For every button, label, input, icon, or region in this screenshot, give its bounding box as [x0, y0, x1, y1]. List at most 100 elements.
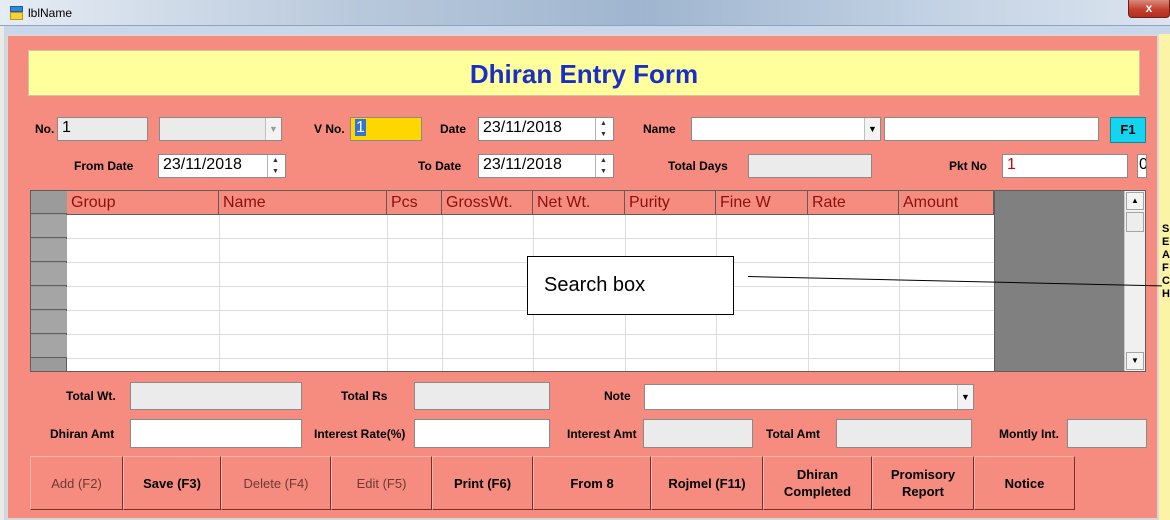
promisory-report-button[interactable]: Promisory Report — [872, 456, 974, 510]
delete-button[interactable]: Delete (F4) — [221, 456, 331, 510]
column-header-finew[interactable]: Fine W — [716, 191, 808, 215]
no-field[interactable]: 1 — [57, 117, 148, 141]
grid-column-line — [899, 215, 900, 371]
extra-field[interactable]: 0 — [1137, 154, 1147, 178]
row-header-column — [31, 191, 67, 371]
column-header-purity[interactable]: Purity — [625, 191, 716, 215]
f1-button[interactable]: F1 — [1110, 117, 1146, 143]
side-letter: E — [1162, 236, 1170, 248]
save-button[interactable]: Save (F3) — [123, 456, 221, 510]
name-label: Name — [643, 122, 676, 136]
date-picker[interactable]: 23/11/2018 ▲ ▼ — [478, 117, 614, 141]
grid-vertical-scrollbar[interactable]: ▲ ▼ — [1124, 191, 1145, 371]
window-titlebar: lblName x — [0, 0, 1170, 26]
from-date-label: From Date — [74, 159, 134, 173]
name-dropdown[interactable]: ▼ — [691, 117, 881, 141]
scroll-up-icon[interactable]: ▲ — [1126, 192, 1144, 210]
pkt-no-field[interactable]: 1 — [1002, 154, 1128, 178]
note-dropdown[interactable]: ▼ — [644, 384, 974, 410]
row-header[interactable] — [31, 215, 67, 238]
column-header-rate[interactable]: Rate — [808, 191, 899, 215]
total-wt-field[interactable] — [130, 382, 302, 410]
row-header[interactable] — [31, 335, 67, 358]
search-box-callout: Search box — [527, 256, 734, 315]
add-button[interactable]: Add (F2) — [30, 456, 123, 510]
side-letter: C — [1162, 275, 1170, 287]
combo-disabled[interactable]: ▼ — [159, 117, 282, 141]
total-rs-label: Total Rs — [341, 389, 388, 403]
total-days-label: Total Days — [668, 159, 728, 173]
to-date-value: 23/11/2018 — [483, 156, 562, 173]
from8-button[interactable]: From 8 — [533, 456, 651, 510]
window-title: lblName — [28, 6, 73, 20]
vno-field[interactable]: 1 — [350, 117, 422, 141]
vno-label: V No. — [314, 122, 345, 136]
column-header-netwt[interactable]: Net Wt. — [533, 191, 625, 215]
notice-button[interactable]: Notice — [974, 456, 1075, 510]
monthly-int-label: Montly Int. — [999, 427, 1059, 441]
promisory-report-line1: Promisory — [890, 467, 956, 482]
up-down-spinner-icon[interactable]: ▲ ▼ — [595, 155, 611, 177]
no-label: No. — [35, 122, 55, 136]
total-rs-field[interactable] — [414, 382, 550, 410]
close-button[interactable]: x — [1128, 0, 1170, 18]
grid-column-line — [808, 215, 809, 371]
row-header[interactable] — [31, 311, 67, 334]
chevron-down-icon[interactable]: ▼ — [864, 118, 880, 140]
grid-header: Group Name Pcs GrossWt. Net Wt. Purity F… — [67, 191, 994, 215]
rojmel-button[interactable]: Rojmel (F11) — [651, 456, 763, 510]
grid-column-line — [219, 215, 220, 371]
total-amt-field[interactable] — [836, 419, 972, 448]
scroll-thumb[interactable] — [1126, 212, 1144, 232]
dhiran-amt-label: Dhiran Amt — [50, 427, 115, 441]
dhiran-completed-line2: Completed — [783, 484, 852, 499]
side-letter: S — [1162, 223, 1170, 235]
dhiran-completed-line1: Dhiran — [796, 467, 839, 482]
chevron-down-icon: ▼ — [265, 118, 281, 140]
app-icon — [10, 6, 23, 20]
up-down-spinner-icon[interactable]: ▲ ▼ — [595, 118, 611, 140]
date-value: 23/11/2018 — [483, 119, 562, 136]
note-label: Note — [604, 389, 631, 403]
date-label: Date — [440, 122, 467, 136]
total-days-field[interactable] — [748, 154, 872, 178]
row-header[interactable] — [31, 287, 67, 310]
to-date-picker[interactable]: 23/11/2018 ▲ ▼ — [478, 154, 614, 178]
side-letter: A — [1162, 249, 1170, 261]
table-row[interactable] — [67, 335, 994, 359]
row-header-corner — [31, 191, 67, 214]
dhiran-amt-field[interactable] — [130, 419, 302, 448]
from-date-value: 23/11/2018 — [163, 156, 242, 173]
total-wt-label: Total Wt. — [66, 389, 116, 403]
side-strip-text: S E A F C H — [1162, 223, 1170, 301]
column-header-group[interactable]: Group — [67, 191, 219, 215]
grid-empty-area — [994, 191, 1124, 371]
interest-rate-field[interactable] — [414, 419, 550, 448]
column-header-pcs[interactable]: Pcs — [387, 191, 442, 215]
chevron-down-icon[interactable]: ▼ — [957, 385, 973, 409]
column-header-name[interactable]: Name — [219, 191, 387, 215]
side-letter: H — [1162, 288, 1170, 300]
print-button[interactable]: Print (F6) — [432, 456, 533, 510]
to-date-label: To Date — [418, 159, 462, 173]
from-date-picker[interactable]: 23/11/2018 ▲ ▼ — [158, 154, 286, 178]
column-header-amount[interactable]: Amount — [899, 191, 994, 215]
row-header[interactable] — [31, 263, 67, 286]
promisory-report-line2: Report — [902, 484, 944, 499]
scroll-down-icon[interactable]: ▼ — [1126, 352, 1144, 370]
grid-column-line — [387, 215, 388, 371]
column-header-grosswt[interactable]: GrossWt. — [442, 191, 533, 215]
form-title-banner: Dhiran Entry Form — [28, 50, 1140, 96]
interest-amt-field[interactable] — [643, 419, 753, 448]
table-row[interactable] — [67, 215, 994, 239]
row-header[interactable] — [31, 239, 67, 262]
pkt-no-label: Pkt No — [949, 159, 988, 173]
up-down-spinner-icon[interactable]: ▲ ▼ — [267, 155, 283, 177]
dhiran-completed-button[interactable]: Dhiran Completed — [763, 456, 872, 510]
edit-button[interactable]: Edit (F5) — [331, 456, 432, 510]
total-amt-label: Total Amt — [766, 427, 820, 441]
grid-column-line — [442, 215, 443, 371]
monthly-int-field[interactable] — [1067, 419, 1147, 448]
name-text-field[interactable] — [884, 117, 1099, 141]
vno-selected-text: 1 — [355, 119, 366, 136]
